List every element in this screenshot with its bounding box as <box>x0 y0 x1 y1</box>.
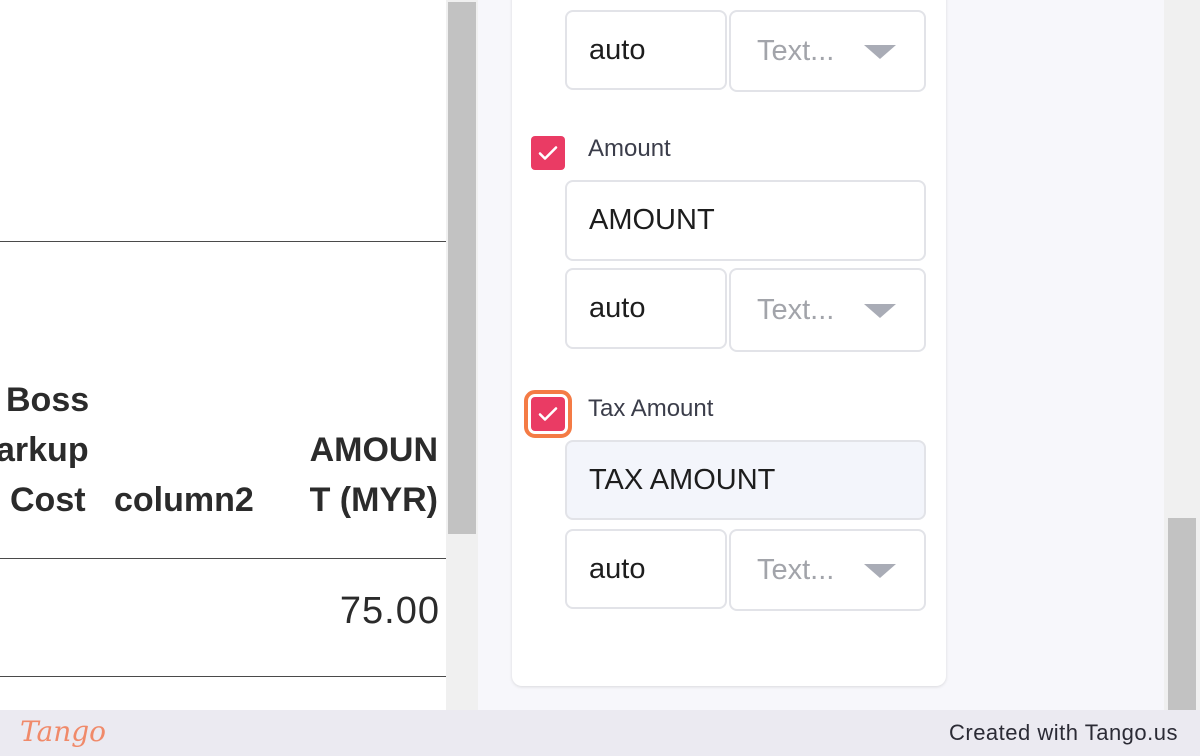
header-boss-line2: arkup <box>0 431 89 469</box>
header-column2: column2 <box>114 481 254 519</box>
amount-checkbox[interactable] <box>531 136 565 170</box>
header-amount-line2: T (MYR) <box>309 481 438 519</box>
chevron-down-icon <box>864 45 896 59</box>
tango-screenshot: Boss arkup Cost column2 AMOUN T (MYR) 75… <box>0 0 1200 756</box>
header-amount-line1: AMOUN <box>309 431 438 469</box>
tax-amount-width-input[interactable]: auto <box>565 529 727 609</box>
preview-scrollbar-thumb[interactable] <box>448 2 476 534</box>
tango-logo: Tango <box>20 715 107 748</box>
table-top-border <box>0 241 446 242</box>
tax-amount-checkbox[interactable] <box>524 390 572 438</box>
tax-amount-format-select[interactable]: Text... <box>729 529 926 611</box>
amount-width-input[interactable]: auto <box>565 268 727 349</box>
checkmark-icon <box>538 146 558 160</box>
amount-format-select[interactable]: Text... <box>729 268 926 352</box>
row-amount-value: 75.00 <box>339 590 440 632</box>
table-header-border <box>0 558 446 559</box>
created-with-credit: Created with Tango.us <box>948 720 1178 745</box>
tax-amount-checkbox-label: Tax Amount <box>588 395 714 422</box>
panel-scrollbar-thumb[interactable] <box>1168 518 1196 710</box>
checkmark-icon <box>538 407 558 421</box>
header-boss-line3: Cost <box>10 481 86 519</box>
tax-amount-header-input[interactable]: TAX AMOUNT <box>565 440 926 520</box>
tango-footer: Tango Created with Tango.us <box>0 710 1200 756</box>
header-boss-line1: Boss <box>6 381 90 419</box>
table-row-border <box>0 676 446 677</box>
chevron-down-icon <box>864 304 896 318</box>
document-preview: Boss arkup Cost column2 AMOUN T (MYR) 75… <box>0 0 446 710</box>
amount-header-input[interactable]: AMOUNT <box>565 180 926 261</box>
format-select-placeholder: Text... <box>757 34 835 67</box>
width-input-previous[interactable]: auto <box>565 10 727 90</box>
format-select-previous[interactable]: Text... <box>729 10 926 92</box>
format-select-placeholder: Text... <box>757 293 835 326</box>
format-select-placeholder: Text... <box>757 553 835 586</box>
amount-checkbox-label: Amount <box>588 135 671 162</box>
chevron-down-icon <box>864 564 896 578</box>
